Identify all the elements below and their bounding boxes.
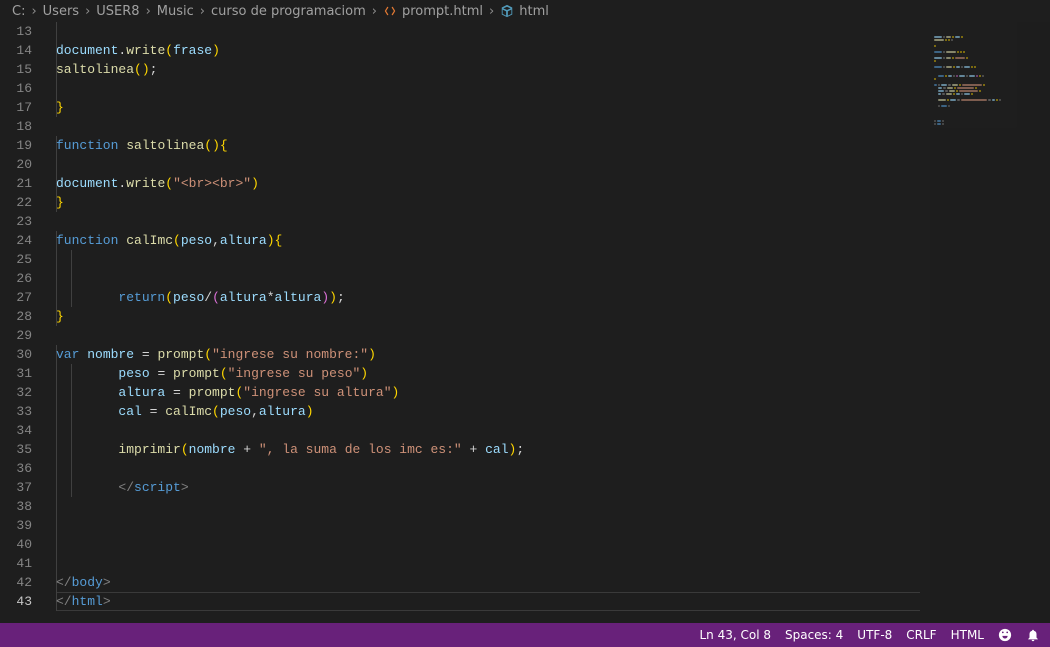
minimap-line	[930, 82, 1050, 84]
line-number: 30	[16, 345, 32, 364]
line-number: 13	[16, 22, 32, 41]
status-cursor-position[interactable]: Ln 43, Col 8	[699, 628, 771, 642]
minimap-line	[930, 64, 1050, 66]
breadcrumb-item[interactable]: Users	[43, 4, 79, 19]
code-line[interactable]: cal = calImc(peso,altura)	[56, 402, 314, 421]
minimap-line	[930, 73, 1050, 75]
line-number: 18	[16, 117, 32, 136]
code-line[interactable]: imprimir(nombre + ", la suma de los imc …	[56, 440, 524, 459]
code-line[interactable]: }	[56, 307, 64, 326]
minimap-line	[930, 46, 1050, 48]
line-number: 22	[16, 193, 32, 212]
code-area[interactable]: document.write(frase)saltolinea();} funct…	[56, 22, 920, 623]
chevron-right-icon: ›	[146, 4, 151, 19]
breadcrumb-item-symbol[interactable]: html	[500, 4, 549, 19]
minimap-line	[930, 70, 1050, 72]
line-number: 39	[16, 516, 32, 535]
status-indentation[interactable]: Spaces: 4	[785, 628, 843, 642]
line-number: 34	[16, 421, 32, 440]
line-number: 16	[16, 79, 32, 98]
code-line[interactable]: </html>	[56, 592, 111, 611]
code-line[interactable]: altura = prompt("ingrese su altura")	[56, 383, 399, 402]
code-file-icon	[383, 4, 397, 18]
code-line[interactable]: function saltolinea(){	[56, 136, 228, 155]
code-line[interactable]: }	[56, 98, 64, 117]
line-number: 33	[16, 402, 32, 421]
line-number: 28	[16, 307, 32, 326]
code-editor[interactable]: 1314151617181920212223242526272829303132…	[0, 22, 1050, 623]
line-number: 14	[16, 41, 32, 60]
minimap-line	[930, 94, 1050, 96]
line-number: 37	[16, 478, 32, 497]
code-line[interactable]: document.write(frase)	[56, 41, 220, 60]
line-number: 17	[16, 98, 32, 117]
symbol-icon	[500, 4, 514, 18]
minimap-line	[930, 88, 1050, 90]
code-line[interactable]: }	[56, 193, 64, 212]
line-number: 25	[16, 250, 32, 269]
minimap-line	[930, 109, 1050, 111]
minimap-line	[930, 25, 1050, 27]
breadcrumb-item-file[interactable]: prompt.html	[383, 4, 483, 19]
minimap-line	[930, 22, 1050, 24]
status-bar: Ln 43, Col 8 Spaces: 4 UTF-8 CRLF HTML	[0, 623, 1050, 647]
chevron-right-icon: ›	[31, 4, 36, 19]
active-line-highlight	[56, 592, 920, 611]
minimap-line	[930, 79, 1050, 81]
line-number: 36	[16, 459, 32, 478]
line-number-gutter: 1314151617181920212223242526272829303132…	[0, 22, 44, 623]
line-number: 19	[16, 136, 32, 155]
breadcrumb-item[interactable]: C:	[12, 4, 25, 19]
chevron-right-icon: ›	[85, 4, 90, 19]
code-line[interactable]: </body>	[56, 573, 111, 592]
minimap-line	[930, 43, 1050, 45]
minimap-line	[930, 76, 1050, 78]
minimap-line	[930, 28, 1050, 30]
breadcrumb-item[interactable]: USER8	[96, 4, 139, 19]
notifications-icon[interactable]	[1026, 628, 1040, 642]
line-number: 32	[16, 383, 32, 402]
line-number: 31	[16, 364, 32, 383]
line-number: 15	[16, 60, 32, 79]
status-language[interactable]: HTML	[951, 628, 984, 642]
minimap-line	[930, 112, 1050, 114]
code-line[interactable]: saltolinea();	[56, 60, 157, 79]
minimap-line	[930, 31, 1050, 33]
chevron-right-icon: ›	[372, 4, 377, 19]
code-line[interactable]: document.write("<br><br>")	[56, 174, 259, 193]
code-line[interactable]: </script>	[56, 478, 189, 497]
line-number: 41	[16, 554, 32, 573]
breadcrumb-item[interactable]: Music	[157, 4, 194, 19]
status-eol[interactable]: CRLF	[906, 628, 936, 642]
minimap[interactable]	[930, 22, 1050, 623]
code-line[interactable]: return(peso/(altura*altura));	[56, 288, 345, 307]
line-number: 20	[16, 155, 32, 174]
minimap-line	[930, 61, 1050, 63]
code-line[interactable]: peso = prompt("ingrese su peso")	[56, 364, 368, 383]
line-number: 23	[16, 212, 32, 231]
line-number: 43	[16, 592, 32, 611]
chevron-right-icon: ›	[489, 4, 494, 19]
line-number: 21	[16, 174, 32, 193]
minimap-line	[930, 40, 1050, 42]
line-number: 40	[16, 535, 32, 554]
minimap-line	[930, 55, 1050, 57]
breadcrumb-item[interactable]: curso de programaciom	[211, 4, 366, 19]
line-number: 29	[16, 326, 32, 345]
line-number: 26	[16, 269, 32, 288]
line-number: 24	[16, 231, 32, 250]
line-number: 38	[16, 497, 32, 516]
line-number: 35	[16, 440, 32, 459]
code-line[interactable]: function calImc(peso,altura){	[56, 231, 282, 250]
line-number: 42	[16, 573, 32, 592]
breadcrumb-bar: C: › Users › USER8 › Music › curso de pr…	[0, 0, 1050, 22]
code-line[interactable]: var nombre = prompt("ingrese su nombre:"…	[56, 345, 376, 364]
chevron-right-icon: ›	[200, 4, 205, 19]
line-number: 27	[16, 288, 32, 307]
feedback-icon[interactable]	[998, 628, 1012, 642]
status-encoding[interactable]: UTF-8	[857, 628, 892, 642]
